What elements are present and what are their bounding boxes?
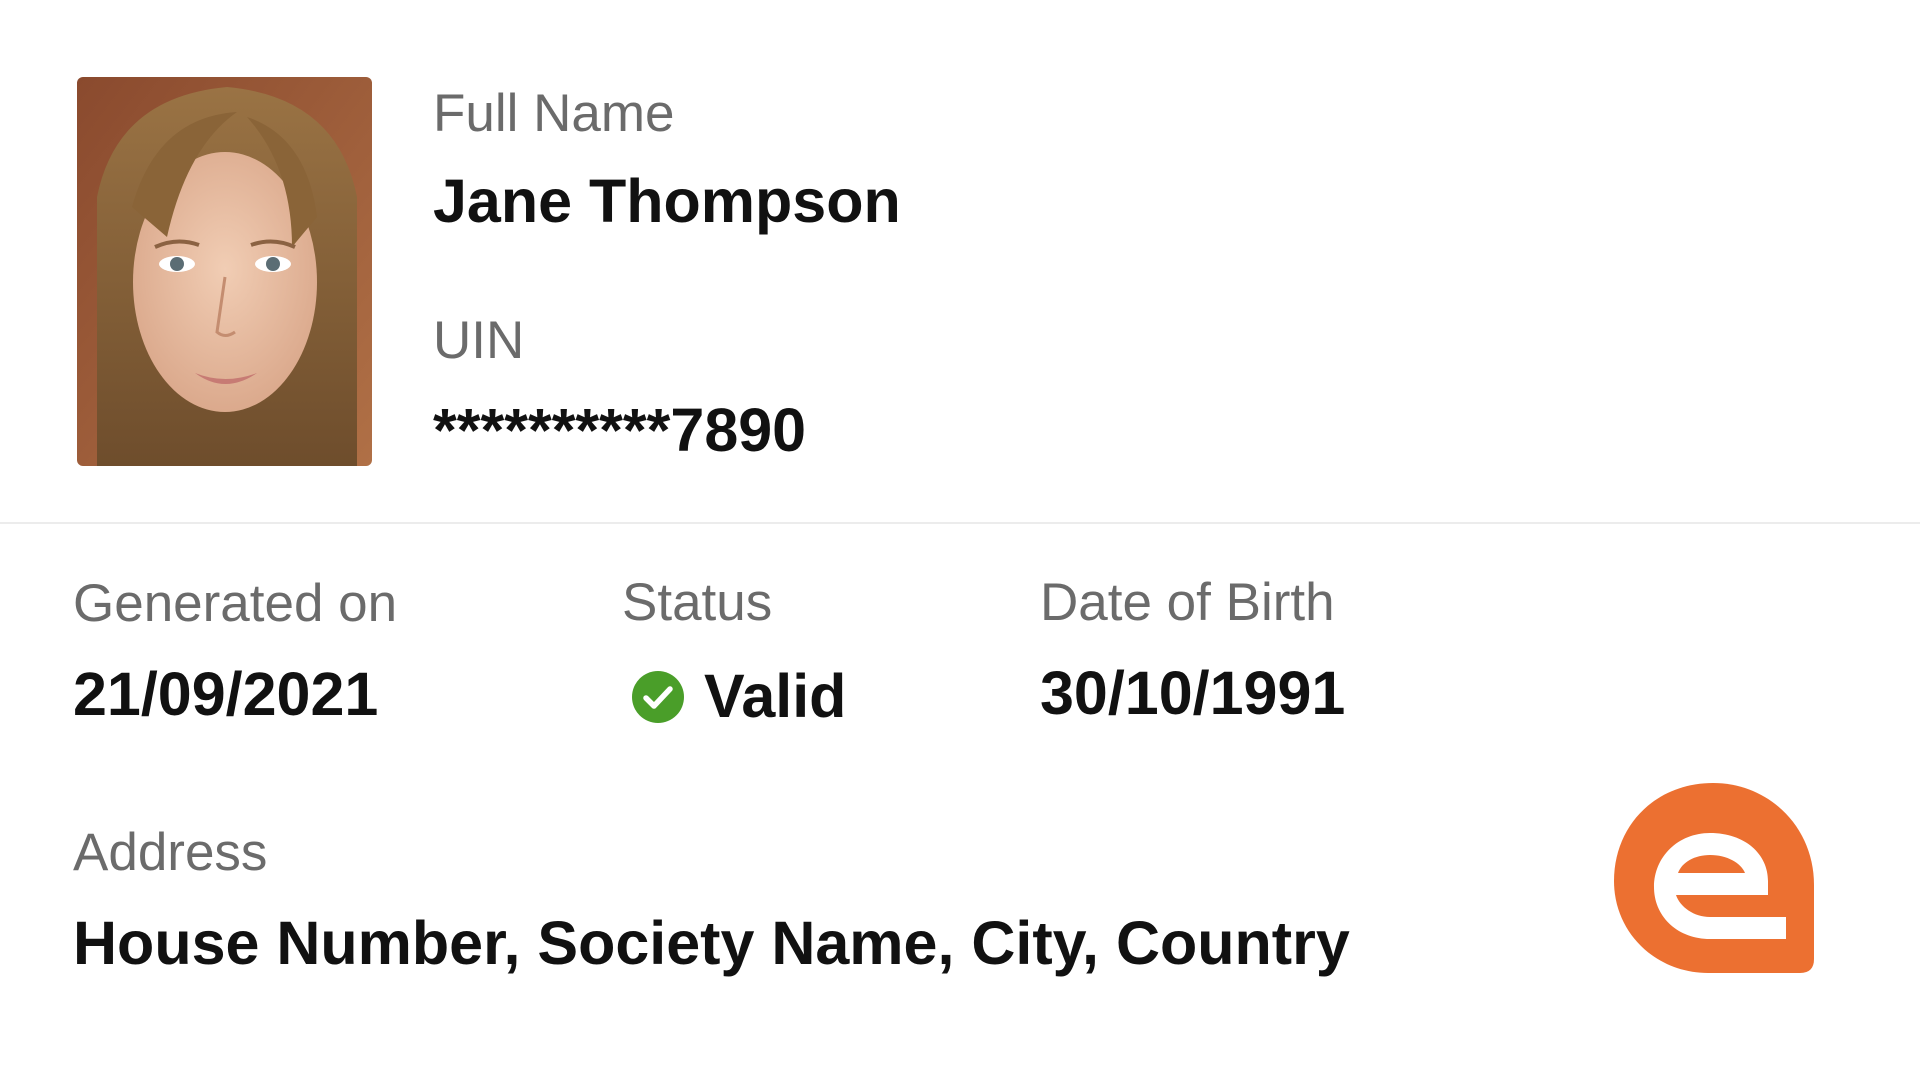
brand-logo (1606, 775, 1820, 979)
generated-on-value: 21/09/2021 (73, 660, 379, 728)
address-value: House Number, Society Name, City, Countr… (73, 909, 1350, 977)
section-divider (0, 522, 1920, 524)
date-of-birth-value: 30/10/1991 (1040, 659, 1346, 727)
address-label: Address (73, 823, 268, 882)
date-of-birth-label: Date of Birth (1040, 573, 1335, 632)
status-label: Status (622, 573, 773, 632)
card-header-section: Full Name Jane Thompson UIN **********78… (0, 0, 1920, 522)
full-name-label: Full Name (433, 84, 675, 143)
status-indicator: Valid (632, 666, 846, 727)
check-circle-icon (632, 670, 684, 723)
uin-value: **********7890 (433, 396, 807, 464)
uin-label: UIN (433, 311, 525, 370)
status-value: Valid (704, 662, 847, 730)
profile-photo (77, 77, 372, 466)
full-name-value: Jane Thompson (433, 167, 901, 235)
generated-on-label: Generated on (73, 574, 398, 633)
id-card: Full Name Jane Thompson UIN **********78… (0, 0, 1920, 1080)
